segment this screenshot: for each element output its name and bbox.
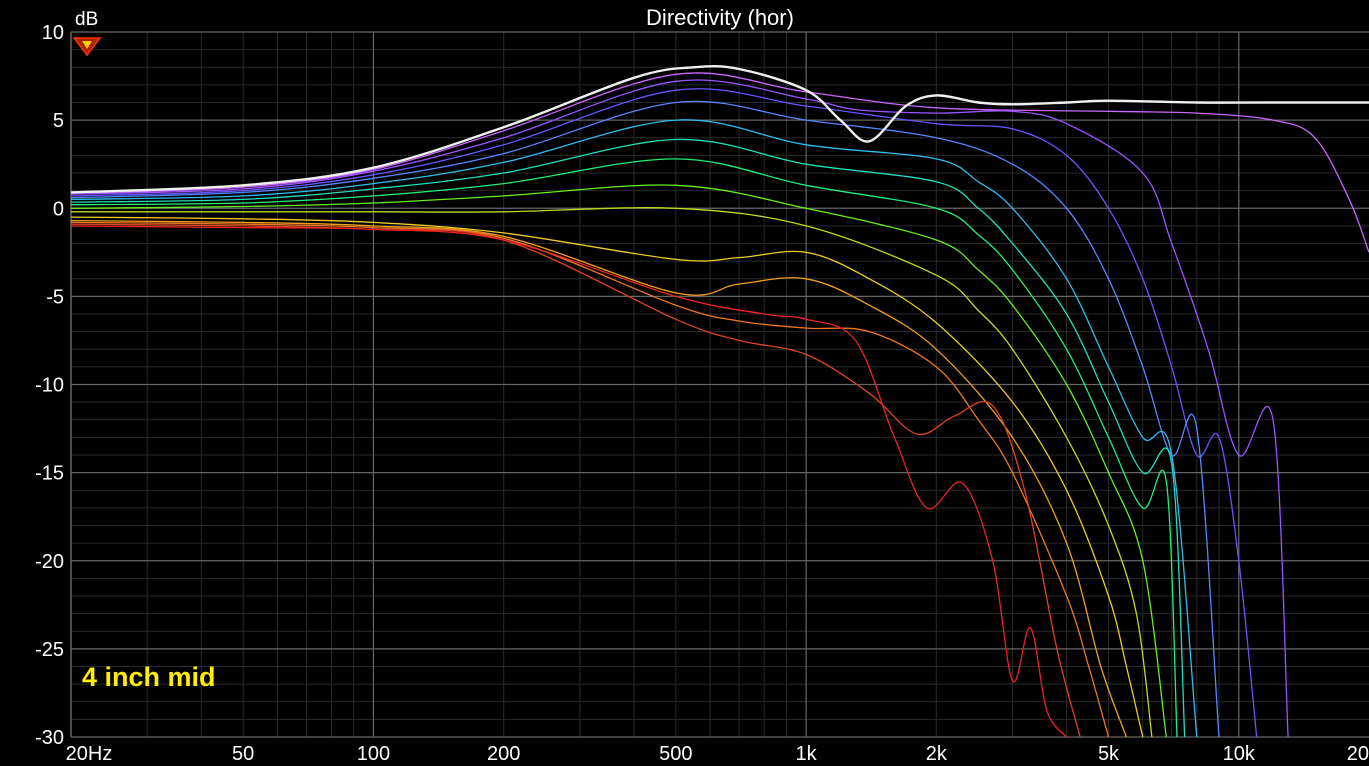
x-tick-label: 20Hz bbox=[66, 743, 113, 765]
x-tick-label: 200 bbox=[487, 743, 520, 765]
y-tick-label: -20 bbox=[35, 551, 64, 573]
x-tick-label: 10k bbox=[1223, 743, 1256, 765]
x-tick-label: 1k bbox=[796, 743, 818, 765]
y-tick-label: 5 bbox=[53, 110, 64, 132]
directivity-chart: 1050-5-10-15-20-25-30 20Hz 50 100 200 500 1k 2… bbox=[0, 0, 1369, 766]
plot-background bbox=[0, 0, 1369, 766]
x-tick-label: 20 bbox=[1347, 743, 1369, 765]
annotation-label: 4 inch mid bbox=[82, 662, 216, 692]
x-tick-label: 5k bbox=[1098, 743, 1120, 765]
x-tick-label: 500 bbox=[659, 743, 692, 765]
y-tick-label: -25 bbox=[35, 639, 64, 661]
y-tick-label: -30 bbox=[35, 727, 64, 749]
y-tick-label: -5 bbox=[46, 286, 64, 308]
y-tick-label: -10 bbox=[35, 375, 64, 397]
y-tick-label: 0 bbox=[53, 198, 64, 220]
x-tick-label: 2k bbox=[926, 743, 948, 765]
x-tick-label: 50 bbox=[232, 743, 254, 765]
y-tick-label: 10 bbox=[42, 22, 64, 44]
y-tick-label: -15 bbox=[35, 463, 64, 485]
chart-title: Directivity (hor) bbox=[646, 5, 794, 30]
x-tick-label: 100 bbox=[357, 743, 390, 765]
y-axis-unit-label: dB bbox=[75, 9, 98, 30]
